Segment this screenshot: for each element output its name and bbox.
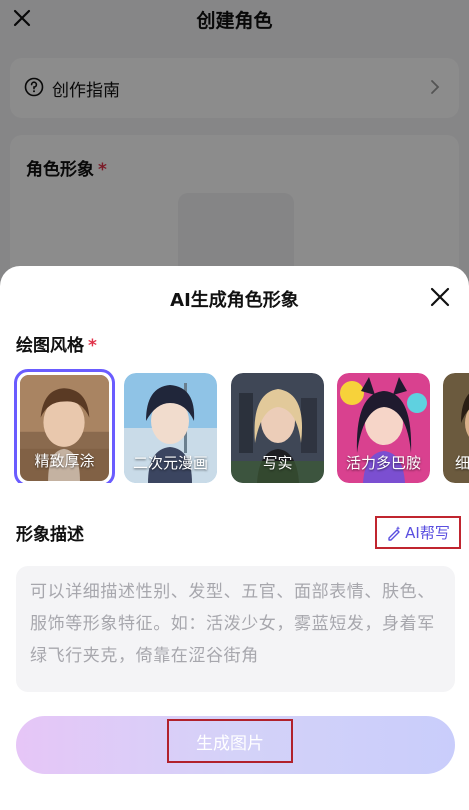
required-mark: * <box>88 336 97 356</box>
style-carousel[interactable]: 精致厚涂 二次元漫画 写实 活力多巴胺 细 <box>14 369 469 483</box>
style-option-thick-paint[interactable]: 精致厚涂 <box>14 369 115 483</box>
style-option-partial[interactable]: 细 <box>443 373 469 483</box>
generate-image-button[interactable]: 生成图片 <box>16 716 455 774</box>
generate-label: 生成图片 <box>196 733 264 754</box>
style-thumbnail: 写实 <box>231 373 324 483</box>
sheet-title: AI生成角色形象 <box>170 290 299 311</box>
style-label: 二次元漫画 <box>132 454 208 472</box>
ai-write-label: AI帮写 <box>405 524 450 542</box>
close-icon[interactable] <box>429 286 451 308</box>
style-option-realistic[interactable]: 写实 <box>231 373 324 483</box>
magic-pen-icon <box>388 525 401 541</box>
description-input[interactable]: 可以详细描述性别、发型、五官、面部表情、肤色、服饰等形象特征。如：活泼少女，雾蓝… <box>16 566 455 692</box>
style-thumbnail: 活力多巴胺 <box>337 373 430 483</box>
style-label: 精致厚涂 <box>34 452 95 470</box>
style-section-label: 绘图风格 * <box>16 336 97 356</box>
generate-label-box: 生成图片 <box>167 719 293 763</box>
ai-write-button[interactable]: AI帮写 <box>375 516 461 549</box>
style-label: 写实 <box>262 454 293 472</box>
style-label: 活力多巴胺 <box>345 454 421 472</box>
style-option-dopamine[interactable]: 活力多巴胺 <box>337 373 430 483</box>
style-label: 细 <box>455 454 469 472</box>
style-thumbnail: 细 <box>443 373 469 483</box>
style-thumbnail: 二次元漫画 <box>124 373 217 483</box>
ai-generate-sheet: AI生成角色形象 绘图风格 * 精致厚涂 二次元漫画 写实 活力多巴胺 细 形象… <box>0 266 469 810</box>
description-placeholder: 可以详细描述性别、发型、五官、面部表情、肤色、服饰等形象特征。如：活泼少女，雾蓝… <box>30 582 435 666</box>
desc-section-label: 形象描述 <box>16 525 84 545</box>
style-thumbnail: 精致厚涂 <box>20 375 109 481</box>
style-option-anime[interactable]: 二次元漫画 <box>124 373 217 483</box>
